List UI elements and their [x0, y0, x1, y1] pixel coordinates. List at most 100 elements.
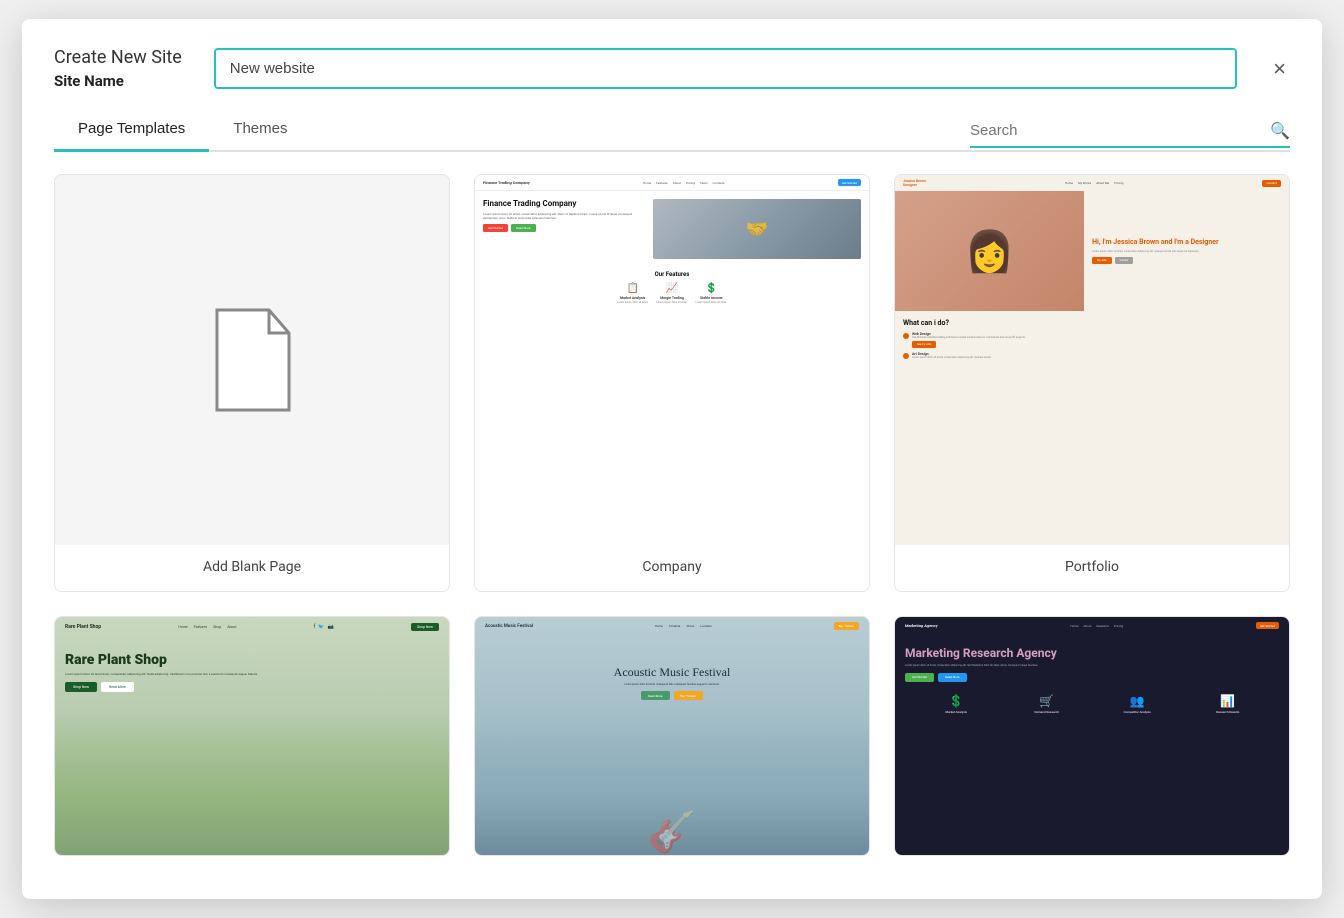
music-nav-cta: Buy Tickets [834, 622, 859, 630]
modal-title: Create New Site [54, 47, 182, 68]
music-nav-logo: Acoustic Music Festival [485, 624, 533, 629]
marketing-nav: Marketing Agency HomeAboutResearchPricin… [895, 617, 1289, 634]
tabs: Page Templates Themes [54, 110, 311, 150]
marketing-feature-3: 👥 Competitor Analysis [1096, 694, 1179, 714]
tab-page-templates[interactable]: Page Templates [54, 110, 209, 152]
plant-bg-img [55, 712, 449, 855]
marketing-hero-btns: Get Started Read More [905, 673, 1279, 682]
company-nav: Finance Trading Company HomeFeaturesAbou… [475, 175, 869, 191]
portfolio-preview: Jessica BrownDesigner HomeMy WorksAbout … [895, 175, 1289, 545]
portfolio-skills-title: What can i do? [903, 319, 1281, 327]
portfolio-cta1: My Jobs [1092, 257, 1112, 264]
blank-preview [55, 175, 449, 545]
plant-btn2: Read More [101, 682, 134, 692]
company-nav-logo: Finance Trading Company [483, 180, 530, 185]
company-hero-title: Finance Trading Company [483, 199, 645, 209]
company-cta1: Get Started [483, 224, 508, 232]
portfolio-hero-btns: My Jobs Contact [1092, 257, 1281, 264]
portfolio-skill-art-content: Art Design Lorem ipsum dolor sit amet, c… [912, 352, 992, 359]
portfolio-nav-links: HomeMy WorksAbout MePricing [1065, 181, 1124, 185]
company-feature-1-desc: Lorem ipsum dolor sit amet. [617, 301, 648, 304]
site-name-label: Site Name [54, 72, 182, 90]
company-feature-2-name: Margin Trading [656, 296, 687, 300]
company-feature-3-name: Stable Income [696, 296, 727, 300]
marketing-preview: Marketing Agency HomeAboutResearchPricin… [895, 617, 1289, 855]
blank-page-label: Add Blank Page [55, 545, 449, 591]
portfolio-hero-text: Hi, I'm Jessica Brown and I'm a Designer… [1084, 191, 1289, 311]
company-cta2: Read More [511, 224, 535, 232]
plant-hero-title: Rare Plant Shop [65, 653, 439, 668]
portfolio-skill-web-desc: Use Mobirise website building software t… [912, 336, 1026, 339]
music-hero-content: Acoustic Music Festival Lorem ipsum dolo… [475, 635, 869, 710]
marketing-feature-1-name: Market Analysis [915, 710, 998, 714]
portfolio-skills: What can i do? Web Design Use Mobirise w… [895, 311, 1289, 371]
plant-hero-desc: Lorem ipsum dolor sit amet dolor, consec… [65, 672, 439, 676]
company-feature-1-name: Market Analysis [617, 296, 648, 300]
company-feature-2-desc: Lorem ipsum dolor sit amet. [656, 301, 687, 304]
portfolio-hero-title: Hi, I'm Jessica Brown and I'm a Designer [1092, 238, 1281, 246]
portfolio-label: Portfolio [895, 545, 1289, 591]
close-button[interactable]: × [1269, 58, 1290, 80]
marketing-btn2: Read More [938, 673, 966, 682]
music-preview-inner: Acoustic Music Festival HomeTimelineAbou… [475, 617, 869, 855]
plant-preview: Rare Plant Shop HomeFeaturesShopAbout f🐦… [55, 617, 449, 855]
plant-hero-btns: Shop Now Read More [65, 682, 439, 692]
company-feature-1: 📋 Market Analysis Lorem ipsum dolor sit … [617, 283, 648, 304]
music-person-figure: 🎸 [647, 808, 697, 855]
templates-grid-top: Add Blank Page Finance Trading Company H… [54, 174, 1290, 592]
company-features-title: Our Features [483, 271, 861, 278]
modal-header: Create New Site Site Name × [54, 47, 1290, 90]
company-hero-img [653, 199, 861, 259]
site-name-input[interactable] [214, 48, 1237, 89]
music-btn1: Read More [641, 691, 669, 700]
marketing-feature-1: 💲 Market Analysis [915, 694, 998, 714]
plant-hero-content: Rare Plant Shop Lorem ipsum dolor sit am… [55, 637, 449, 702]
marketing-nav-cta: Get Started [1256, 622, 1279, 629]
blank-page-icon [207, 305, 297, 415]
template-card-music[interactable]: Acoustic Music Festival HomeTimelineAbou… [474, 616, 870, 856]
create-new-site-modal: Create New Site Site Name × Page Templat… [22, 19, 1322, 899]
template-card-blank[interactable]: Add Blank Page [54, 174, 450, 592]
portfolio-skill-art: Art Design Lorem ipsum dolor sit amet, c… [903, 352, 1281, 359]
music-hero-desc: Lorem ipsum dolor sit amet. Quisque et f… [485, 683, 859, 686]
template-card-marketing[interactable]: Marketing Agency HomeAboutResearchPricin… [894, 616, 1290, 856]
marketing-preview-inner: Marketing Agency HomeAboutResearchPricin… [895, 617, 1289, 855]
portfolio-skill-web-btn: See my Jobs [912, 341, 936, 348]
templates-grid-bottom-wrapper: Rare Plant Shop HomeFeaturesShopAbout f🐦… [54, 616, 1290, 856]
search-input[interactable] [970, 122, 1264, 139]
tabs-search-row: Page Templates Themes 🔍 [54, 110, 1290, 152]
tab-themes[interactable]: Themes [209, 110, 311, 152]
portfolio-preview-inner: Jessica BrownDesigner HomeMy WorksAbout … [895, 175, 1289, 545]
company-hero-desc: Lorem ipsum dolor sit amet, consectetur … [483, 212, 645, 220]
company-features: Our Features 📋 Market Analysis Lorem ips… [475, 265, 869, 310]
site-name-input-wrap [214, 48, 1237, 89]
company-label: Company [475, 545, 869, 591]
plant-nav-logo: Rare Plant Shop [65, 624, 101, 630]
company-preview: Finance Trading Company HomeFeaturesAbou… [475, 175, 869, 545]
marketing-nav-links: HomeAboutResearchPricing [1070, 624, 1123, 628]
portfolio-nav-logo: Jessica BrownDesigner [903, 179, 926, 187]
marketing-feature-1-icon: 💲 [915, 694, 998, 708]
music-nav-links: HomeTimelineAboutLocation [655, 624, 712, 628]
margin-trading-icon: 📈 [656, 283, 687, 294]
marketing-nav-logo: Marketing Agency [905, 623, 938, 628]
plant-preview-inner: Rare Plant Shop HomeFeaturesShopAbout f🐦… [55, 617, 449, 855]
templates-grid-bottom: Rare Plant Shop HomeFeaturesShopAbout f🐦… [54, 616, 1290, 856]
marketing-btn1: Get Started [905, 673, 934, 682]
portfolio-skill-dot-2 [903, 353, 909, 359]
music-preview: Acoustic Music Festival HomeTimelineAbou… [475, 617, 869, 855]
template-card-company[interactable]: Finance Trading Company HomeFeaturesAbou… [474, 174, 870, 592]
market-analysis-icon: 📋 [617, 283, 648, 294]
marketing-hero-desc: Lorem ipsum dolor sit amet, consectetur … [905, 664, 1279, 668]
music-btn2: Buy Tickets [674, 691, 703, 700]
company-features-grid: 📋 Market Analysis Lorem ipsum dolor sit … [483, 283, 861, 304]
portfolio-hero-desc: Lorem ipsum dolor sit amet, consectetur … [1092, 250, 1281, 253]
template-card-portfolio[interactable]: Jessica BrownDesigner HomeMy WorksAbout … [894, 174, 1290, 592]
portfolio-hero: Hi, I'm Jessica Brown and I'm a Designer… [895, 191, 1289, 311]
template-card-plant[interactable]: Rare Plant Shop HomeFeaturesShopAbout f🐦… [54, 616, 450, 856]
search-wrap: 🔍 [970, 121, 1290, 148]
company-feature-3: 💲 Stable Income Lorem ipsum dolor sit am… [696, 283, 727, 304]
marketing-feature-4-name: Research Results [1187, 710, 1270, 714]
plant-nav-social: f🐦📷 [314, 624, 334, 630]
marketing-feature-2-name: Demand Research [1006, 710, 1089, 714]
